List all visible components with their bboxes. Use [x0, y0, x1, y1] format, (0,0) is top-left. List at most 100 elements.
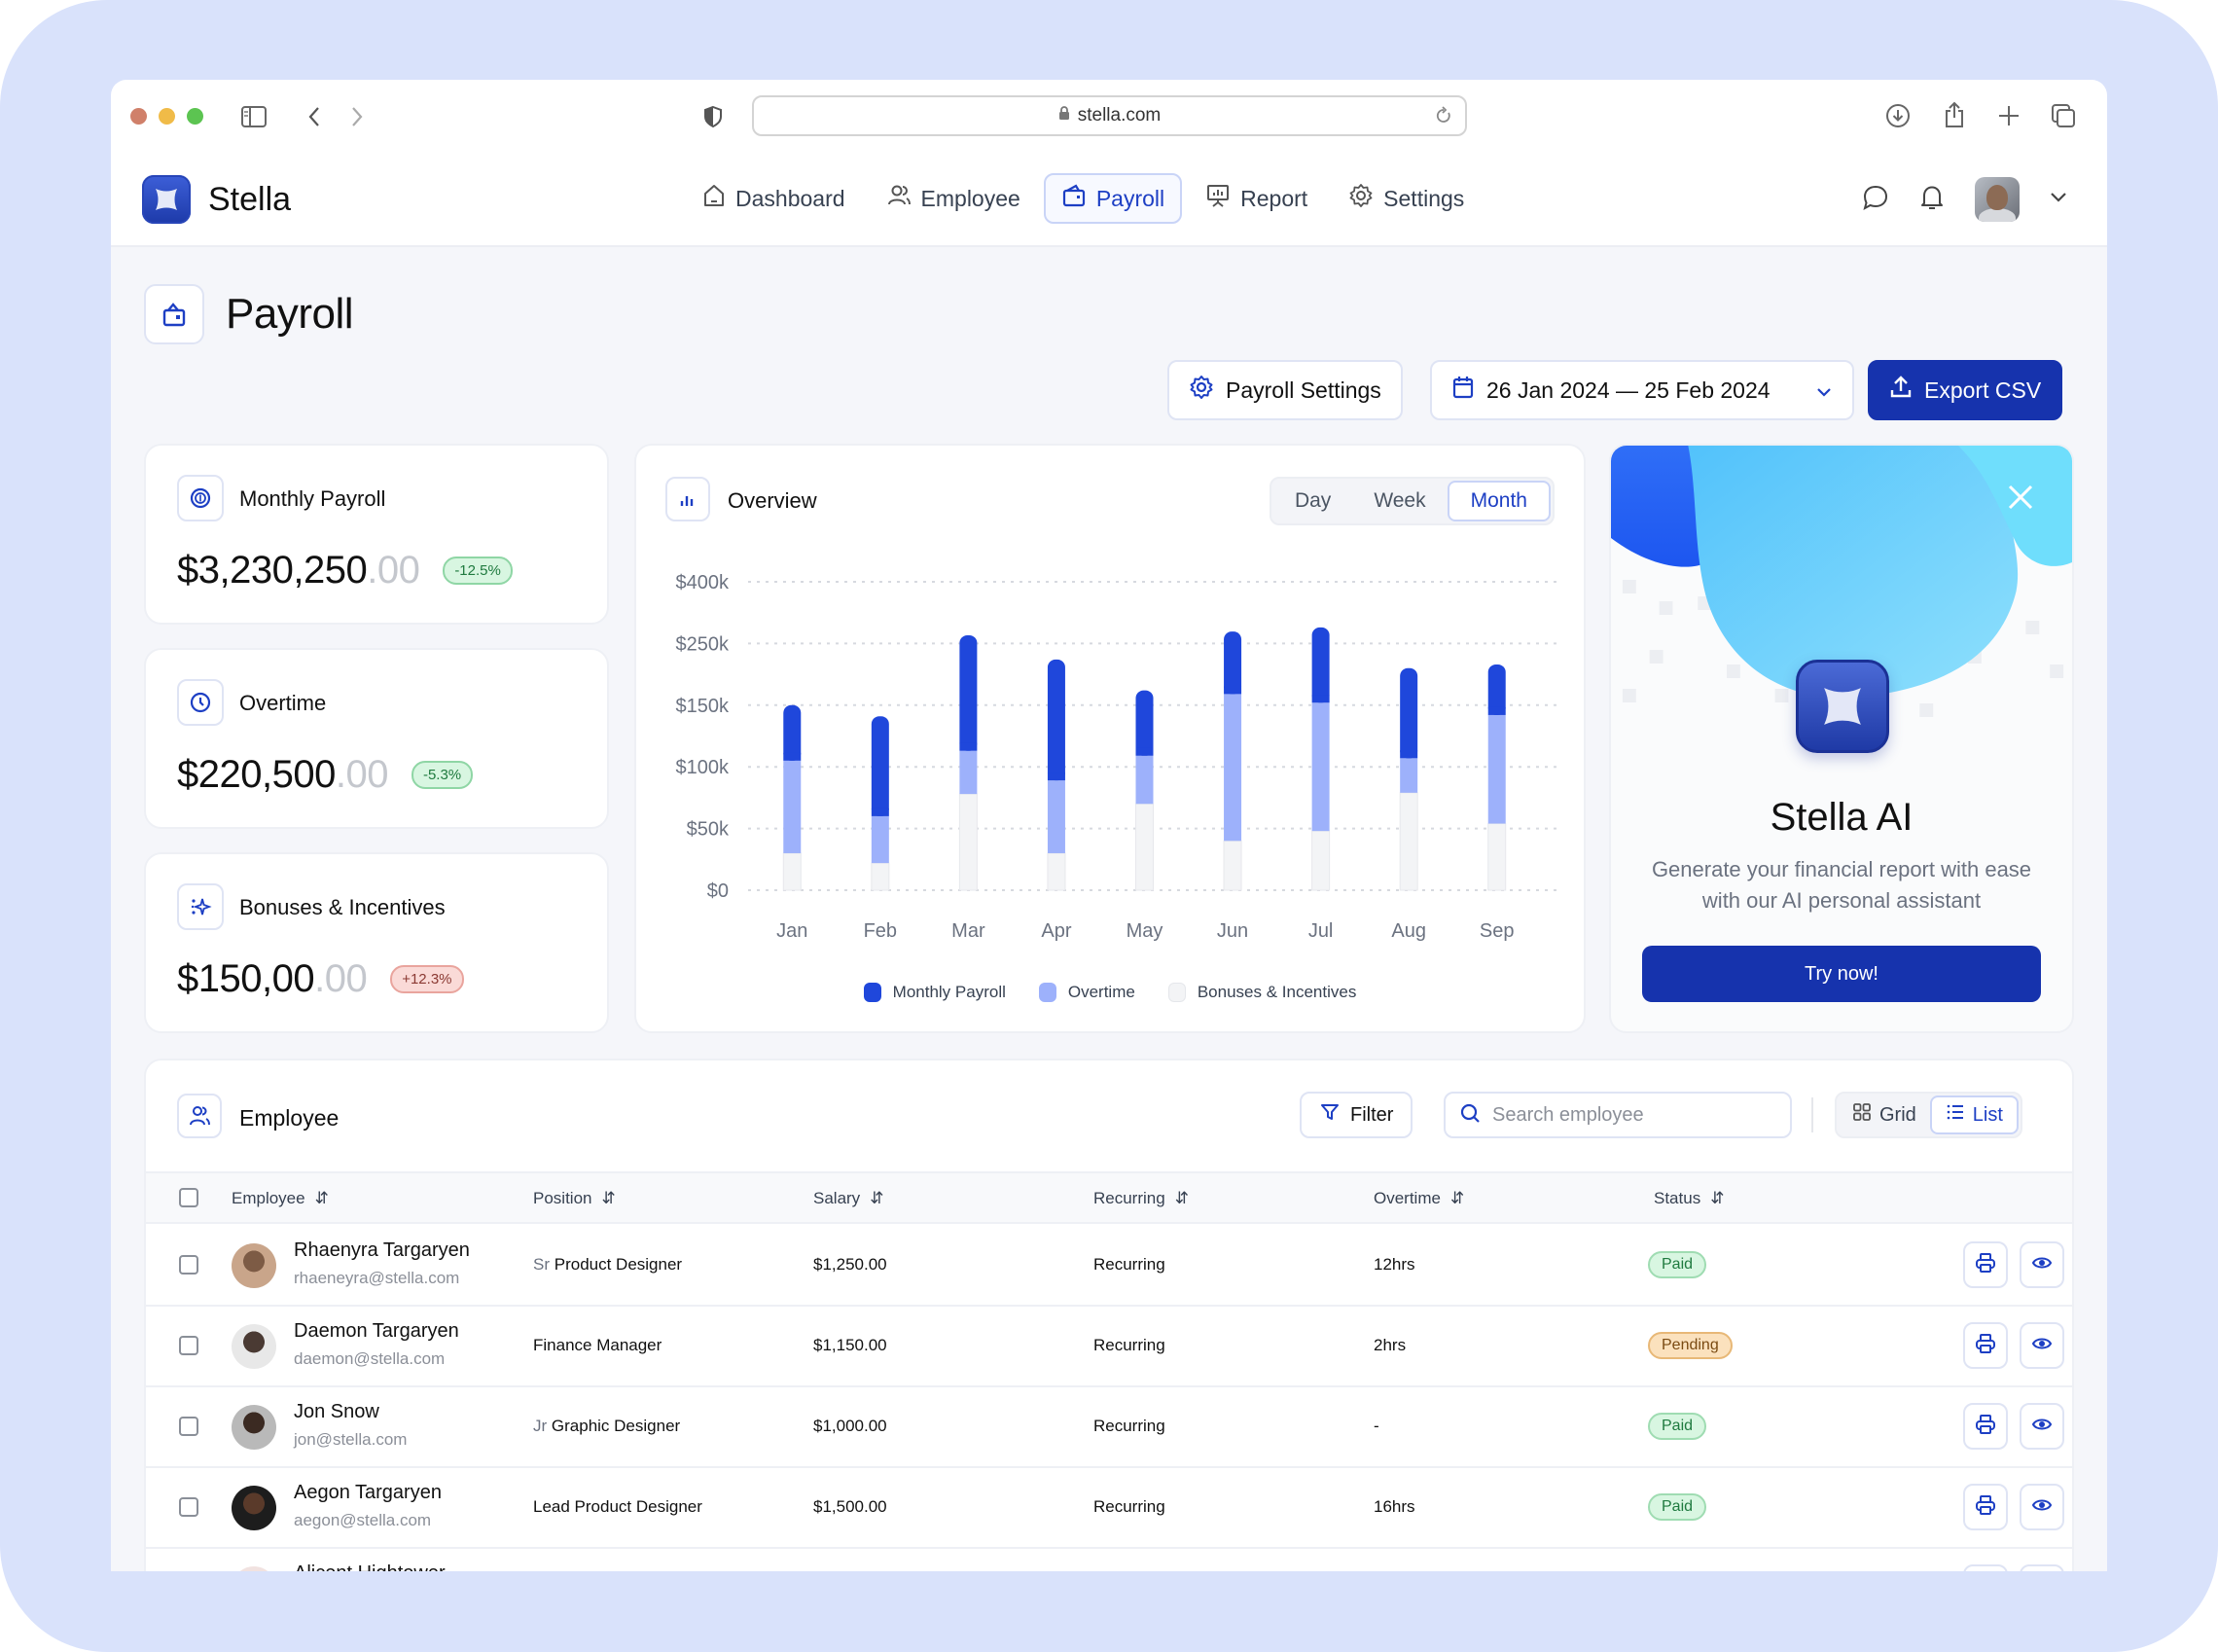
row-checkbox[interactable] [179, 1336, 198, 1355]
period-selector: Day Week Month [1269, 477, 1555, 525]
avatar [232, 1486, 276, 1530]
bar-overtime-may [1135, 755, 1154, 805]
url-text: stella.com [1077, 105, 1162, 126]
try-now-button[interactable]: Try now! [1642, 946, 2041, 1002]
payroll-settings-label: Payroll Settings [1226, 377, 1381, 403]
column-header-employee[interactable]: Employee ⇵ [232, 1189, 329, 1208]
employee-email: daemon@stella.com [294, 1349, 446, 1368]
reload-icon[interactable] [1434, 105, 1453, 132]
view-button[interactable] [2020, 1403, 2064, 1450]
stat-amount: $220,500 [177, 753, 336, 796]
view-button[interactable] [2020, 1241, 2064, 1288]
select-all-checkbox[interactable] [179, 1188, 198, 1207]
employee-name: Jon Snow [294, 1401, 379, 1422]
table-row[interactable]: Jon Snow jon@stella.com Jr Graphic Desig… [146, 1387, 2072, 1468]
bell-icon[interactable] [1918, 183, 1946, 217]
print-button[interactable] [1963, 1403, 2008, 1450]
view-grid-button[interactable]: Grid [1839, 1095, 1930, 1134]
column-header-position[interactable]: Position ⇵ [533, 1189, 616, 1208]
y-tick-label: $0 [707, 880, 729, 902]
new-tab-icon[interactable] [1994, 101, 2023, 130]
column-header-salary[interactable]: Salary ⇵ [813, 1189, 883, 1208]
period-week[interactable]: Week [1352, 481, 1447, 521]
close-window-button[interactable] [130, 108, 147, 125]
payroll-settings-button[interactable]: Payroll Settings [1167, 360, 1403, 420]
column-label: Employee [232, 1189, 305, 1207]
y-tick-label: $150k [676, 696, 730, 717]
dollar-coin-icon [177, 475, 224, 521]
legend-item-monthly-payroll: Monthly Payroll [863, 983, 1006, 1002]
gear-icon [1189, 375, 1214, 406]
back-icon[interactable] [302, 103, 327, 130]
column-header-recurring[interactable]: Recurring ⇵ [1093, 1189, 1189, 1208]
app-header: Stella Dashboard Employee Payroll Report… [111, 154, 2107, 247]
x-tick-label: Jul [1308, 920, 1334, 942]
minimize-window-button[interactable] [159, 108, 175, 125]
nav-label: Employee [920, 185, 1020, 211]
column-label: Position [533, 1189, 592, 1207]
bar-overtime-apr [1047, 780, 1065, 853]
table-row[interactable]: Rhaenyra Targaryen rhaeneyra@stella.com … [146, 1226, 2072, 1307]
row-checkbox[interactable] [179, 1255, 198, 1275]
employee-email: aegon@stella.com [294, 1511, 432, 1529]
column-label: Recurring [1093, 1189, 1165, 1207]
nav-report[interactable]: Report [1188, 173, 1325, 224]
date-range-picker[interactable]: 26 Jan 2024 — 25 Feb 2024 [1430, 360, 1854, 420]
user-avatar[interactable] [1975, 177, 2020, 222]
employee-recurring: Recurring [1093, 1255, 1165, 1274]
period-month[interactable]: Month [1447, 481, 1551, 521]
employee-email: rhaeneyra@stella.com [294, 1269, 460, 1287]
nav-employee[interactable]: Employee [869, 173, 1038, 224]
browser-window: stella.com Stella Dashboard Employee Pay… [111, 80, 2107, 1571]
column-header-overtime[interactable]: Overtime ⇵ [1374, 1189, 1464, 1208]
nav-settings[interactable]: Settings [1331, 173, 1482, 224]
view-button[interactable] [2020, 1564, 2064, 1571]
address-bar[interactable]: stella.com [752, 95, 1467, 136]
print-button[interactable] [1963, 1484, 2008, 1530]
column-header-status[interactable]: Status ⇵ [1654, 1189, 1724, 1208]
y-tick-label: $50k [687, 819, 730, 841]
chevron-down-icon[interactable] [2049, 191, 2068, 209]
sidebar-toggle-icon[interactable] [239, 103, 268, 130]
export-csv-button[interactable]: Export CSV [1868, 360, 2063, 420]
search-employee-input[interactable] [1492, 1103, 1774, 1127]
table-row[interactable]: Alicent Hightower alicent@stella.com Pro… [146, 1549, 2072, 1571]
filter-button[interactable]: Filter [1300, 1092, 1413, 1138]
row-checkbox[interactable] [179, 1497, 198, 1517]
calendar-icon [1451, 375, 1475, 406]
bar-overtime-jan [783, 760, 802, 853]
bar-monthly-payroll-jan [783, 704, 802, 761]
print-button[interactable] [1963, 1241, 2008, 1288]
view-list-button[interactable]: List [1929, 1095, 2019, 1134]
row-checkbox[interactable] [179, 1417, 198, 1436]
stat-card-overtime: Overtime $220,500.00 -5.3% [144, 648, 609, 829]
view-button[interactable] [2020, 1484, 2064, 1530]
stella-logo[interactable] [142, 175, 191, 224]
table-row[interactable]: Daemon Targaryen daemon@stella.com Finan… [146, 1307, 2072, 1387]
legend-swatch [1038, 983, 1056, 1002]
home-icon [702, 183, 726, 214]
maximize-window-button[interactable] [187, 108, 203, 125]
download-icon[interactable] [1883, 101, 1913, 130]
chat-icon[interactable] [1862, 184, 1889, 216]
period-day[interactable]: Day [1273, 481, 1352, 521]
employee-email: jon@stella.com [294, 1430, 408, 1449]
forward-icon[interactable] [344, 103, 370, 130]
shield-icon[interactable] [702, 103, 724, 130]
column-label: Overtime [1374, 1189, 1441, 1207]
ai-card-title: Stella AI [1770, 796, 1914, 839]
close-icon[interactable] [2006, 483, 2035, 517]
bar-overtime-sep [1487, 714, 1506, 824]
view-button[interactable] [2020, 1322, 2064, 1369]
export-label: Export CSV [1924, 377, 2042, 403]
print-button[interactable] [1963, 1564, 2008, 1571]
nav-payroll[interactable]: Payroll [1043, 173, 1183, 224]
print-button[interactable] [1963, 1322, 2008, 1369]
employee-card: Employee Filter Grid List [144, 1059, 2074, 1571]
tabs-overview-icon[interactable] [2049, 101, 2078, 130]
table-row[interactable]: Aegon Targaryen aegon@stella.com Lead Pr… [146, 1468, 2072, 1549]
share-icon[interactable] [1940, 99, 1969, 130]
date-range-text: 26 Jan 2024 — 25 Feb 2024 [1486, 377, 1771, 403]
employee-section-title: Employee [239, 1105, 340, 1131]
nav-dashboard[interactable]: Dashboard [685, 173, 863, 224]
